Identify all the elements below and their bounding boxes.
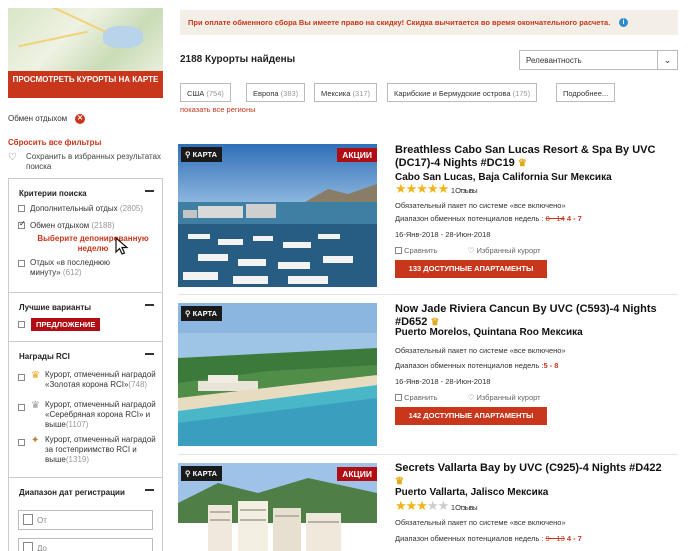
deposit-week-link[interactable]: Выберите депонированную неделю (37, 234, 149, 254)
calendar-icon (23, 542, 33, 551)
region-filter-usa[interactable]: США (754) (180, 83, 231, 102)
sort-value: Релевантность (526, 56, 582, 65)
available-units-button[interactable]: 133 ДОСТУПНЫЕ АПАРТАМЕНТЫ (395, 260, 547, 278)
chevron-down-icon[interactable]: ⌄ (657, 51, 677, 69)
promo-tag: АКЦИИ (337, 467, 377, 481)
exchange-range: Диапазон обменных потенциалов недель : 8… (395, 214, 582, 223)
star-rating: ★★★★★ 1 Отзывы (395, 498, 478, 513)
collapse-icon[interactable] (145, 304, 154, 306)
star-rating: ★★★★★ 1 Отзывы (395, 181, 478, 196)
resort-location: Puerto Vallarta, Jalisco Мексика (395, 487, 549, 498)
show-all-regions-link[interactable]: показать все регионы (180, 105, 256, 114)
package-info: Обязательный пакет по системе «все включ… (395, 201, 566, 210)
package-info: Обязательный пакет по системе «все включ… (395, 346, 566, 355)
gold-crown-icon: ♛ (517, 158, 527, 169)
date-to-placeholder: До (37, 544, 47, 551)
option-extra-holidays[interactable]: Дополнительный отдых (2805) (30, 204, 143, 214)
checkbox-gold-crown[interactable] (18, 374, 25, 381)
region-filter-europe[interactable]: Европа (383) (246, 83, 306, 102)
heart-icon[interactable]: ♡ (468, 246, 475, 255)
map-water (103, 26, 143, 48)
view-on-map-button[interactable]: ПРОСМОТРЕТЬ КУРОРТЫ НА КАРТЕ (8, 71, 163, 98)
gold-crown-icon: ♛ (395, 476, 404, 487)
hospitality-icon: ✦ (31, 435, 40, 446)
sort-select[interactable]: Релевантность ⌄ (519, 50, 678, 70)
award-silver[interactable]: Курорт, отмеченный наградой «Серебряная … (45, 400, 157, 430)
checkbox-last-minute[interactable] (18, 260, 25, 267)
map-tag[interactable]: ⚲ КАРТА (181, 147, 223, 162)
beach-photo (178, 303, 377, 446)
date-from-placeholder: От (37, 516, 47, 525)
map-pin-icon: ⚲ (185, 469, 191, 478)
date-to-field[interactable]: До (18, 538, 153, 551)
rci-awards-panel: Награды RCI ♛ Курорт, отмеченный наградо… (8, 341, 163, 478)
offer-badge[interactable]: ПРЕДЛОЖЕНИЕ (31, 318, 101, 331)
divider (178, 294, 678, 295)
resort-title[interactable]: Breathless Cabo San Lucas Resort & Spa B… (395, 144, 685, 170)
award-hospitality[interactable]: Курорт, отмеченный наградой за гостеприи… (45, 435, 157, 465)
marina-photo (178, 144, 377, 287)
resort-photo[interactable]: ⚲ КАРТА АКЦИИ (178, 463, 377, 551)
available-units-button[interactable]: 142 ДОСТУПНЫЕ АПАРТАМЕНТЫ (395, 407, 547, 425)
checkbox-offer[interactable] (18, 321, 25, 328)
compare-checkbox[interactable] (395, 247, 402, 254)
active-filter-label: Обмен отдыхом (8, 114, 68, 123)
compare-checkbox[interactable] (395, 394, 402, 401)
results-count: 2188 Курорты найдены (180, 54, 296, 65)
gold-crown-icon: ♛ (31, 370, 40, 381)
compare-favorite-row: Сравнить ♡ Избранный курорт (395, 393, 541, 402)
info-icon[interactable]: i (619, 18, 628, 27)
resort-location: Puerto Morelos, Quintana Roo Мексика (395, 327, 583, 338)
region-filter-caribbean[interactable]: Карибские и Бермудские острова (175) (387, 83, 538, 102)
heart-icon[interactable]: ♡ (468, 393, 475, 402)
date-range: 16-Янв-2018 - 28-Июн-2018 (395, 377, 491, 386)
resort-photo[interactable]: ⚲ КАРТА (178, 303, 377, 446)
exchange-range: Диапазон обменных потенциалов недель : 9… (395, 534, 582, 543)
region-filter-more[interactable]: Подробнее... (556, 83, 616, 102)
checkbox-extra-holidays[interactable] (18, 205, 25, 212)
criteria-title: Критерии поиска (19, 189, 87, 198)
map-pin-icon: ⚲ (185, 309, 191, 318)
dates-panel: Диапазон дат регистрации От До (8, 477, 163, 551)
checkbox-silver-crown[interactable] (18, 404, 25, 411)
map-tag[interactable]: ⚲ КАРТА (181, 466, 223, 481)
map-tag[interactable]: ⚲ КАРТА (181, 306, 223, 321)
compare-favorite-row: Сравнить ♡ Избранный курорт (395, 246, 541, 255)
dates-title: Диапазон дат регистрации (19, 488, 125, 497)
best-options-panel: Лучшие варианты ПРЕДЛОЖЕНИЕ (8, 292, 163, 342)
reset-filters-link[interactable]: Сбросить все фильтры (8, 138, 101, 147)
calendar-icon (23, 514, 33, 525)
checkbox-hospitality[interactable] (18, 439, 25, 446)
divider (178, 454, 678, 455)
promo-tag: АКЦИИ (337, 148, 377, 162)
awards-title: Награды RCI (19, 352, 70, 361)
silver-crown-icon: ♛ (31, 400, 40, 411)
region-filter-mexico[interactable]: Мексика (317) (314, 83, 378, 102)
banner-text: При оплате обменного сбора Вы имеете пра… (188, 18, 611, 27)
option-last-minute[interactable]: Отдых «в последнюю минуту» (612) (30, 258, 140, 278)
remove-filter-icon[interactable]: ✕ (75, 114, 85, 124)
date-range: 16-Янв-2018 - 28-Июн-2018 (395, 230, 491, 239)
resort-photo[interactable]: ⚲ КАРТА АКЦИИ (178, 144, 377, 287)
save-favorites-label: Сохранить в избранных результатах поиска (26, 152, 161, 171)
discount-banner: При оплате обменного сбора Вы имеете пра… (180, 10, 678, 35)
criteria-panel: Критерии поиска Дополнительный отдых (28… (8, 178, 163, 293)
resort-title[interactable]: Now Jade Riviera Cancun By UVC (C593)-4 … (395, 303, 685, 329)
map-pin-icon: ⚲ (185, 150, 191, 159)
collapse-icon[interactable] (145, 190, 154, 192)
collapse-icon[interactable] (145, 489, 154, 491)
checkbox-exchange[interactable] (18, 219, 26, 229)
package-info: Обязательный пакет по системе «все включ… (395, 518, 566, 527)
option-exchange[interactable]: Обмен отдыхом (2188) (30, 221, 115, 231)
reviews-link[interactable]: 1 Отзывы (451, 186, 478, 195)
resort-title[interactable]: Secrets Vallarta Bay by UVC (C925)-4 Nig… (395, 462, 685, 488)
exchange-range: Диапазон обменных потенциалов недель :5 … (395, 361, 559, 370)
award-gold[interactable]: Курорт, отмеченный наградой «Золотая кор… (45, 370, 157, 390)
best-options-title: Лучшие варианты (19, 303, 92, 312)
heart-icon: ♡ (8, 152, 17, 163)
mouse-cursor-icon (115, 236, 129, 257)
collapse-icon[interactable] (145, 353, 154, 355)
date-from-field[interactable]: От (18, 510, 153, 530)
reviews-link[interactable]: 1 Отзывы (451, 503, 478, 512)
